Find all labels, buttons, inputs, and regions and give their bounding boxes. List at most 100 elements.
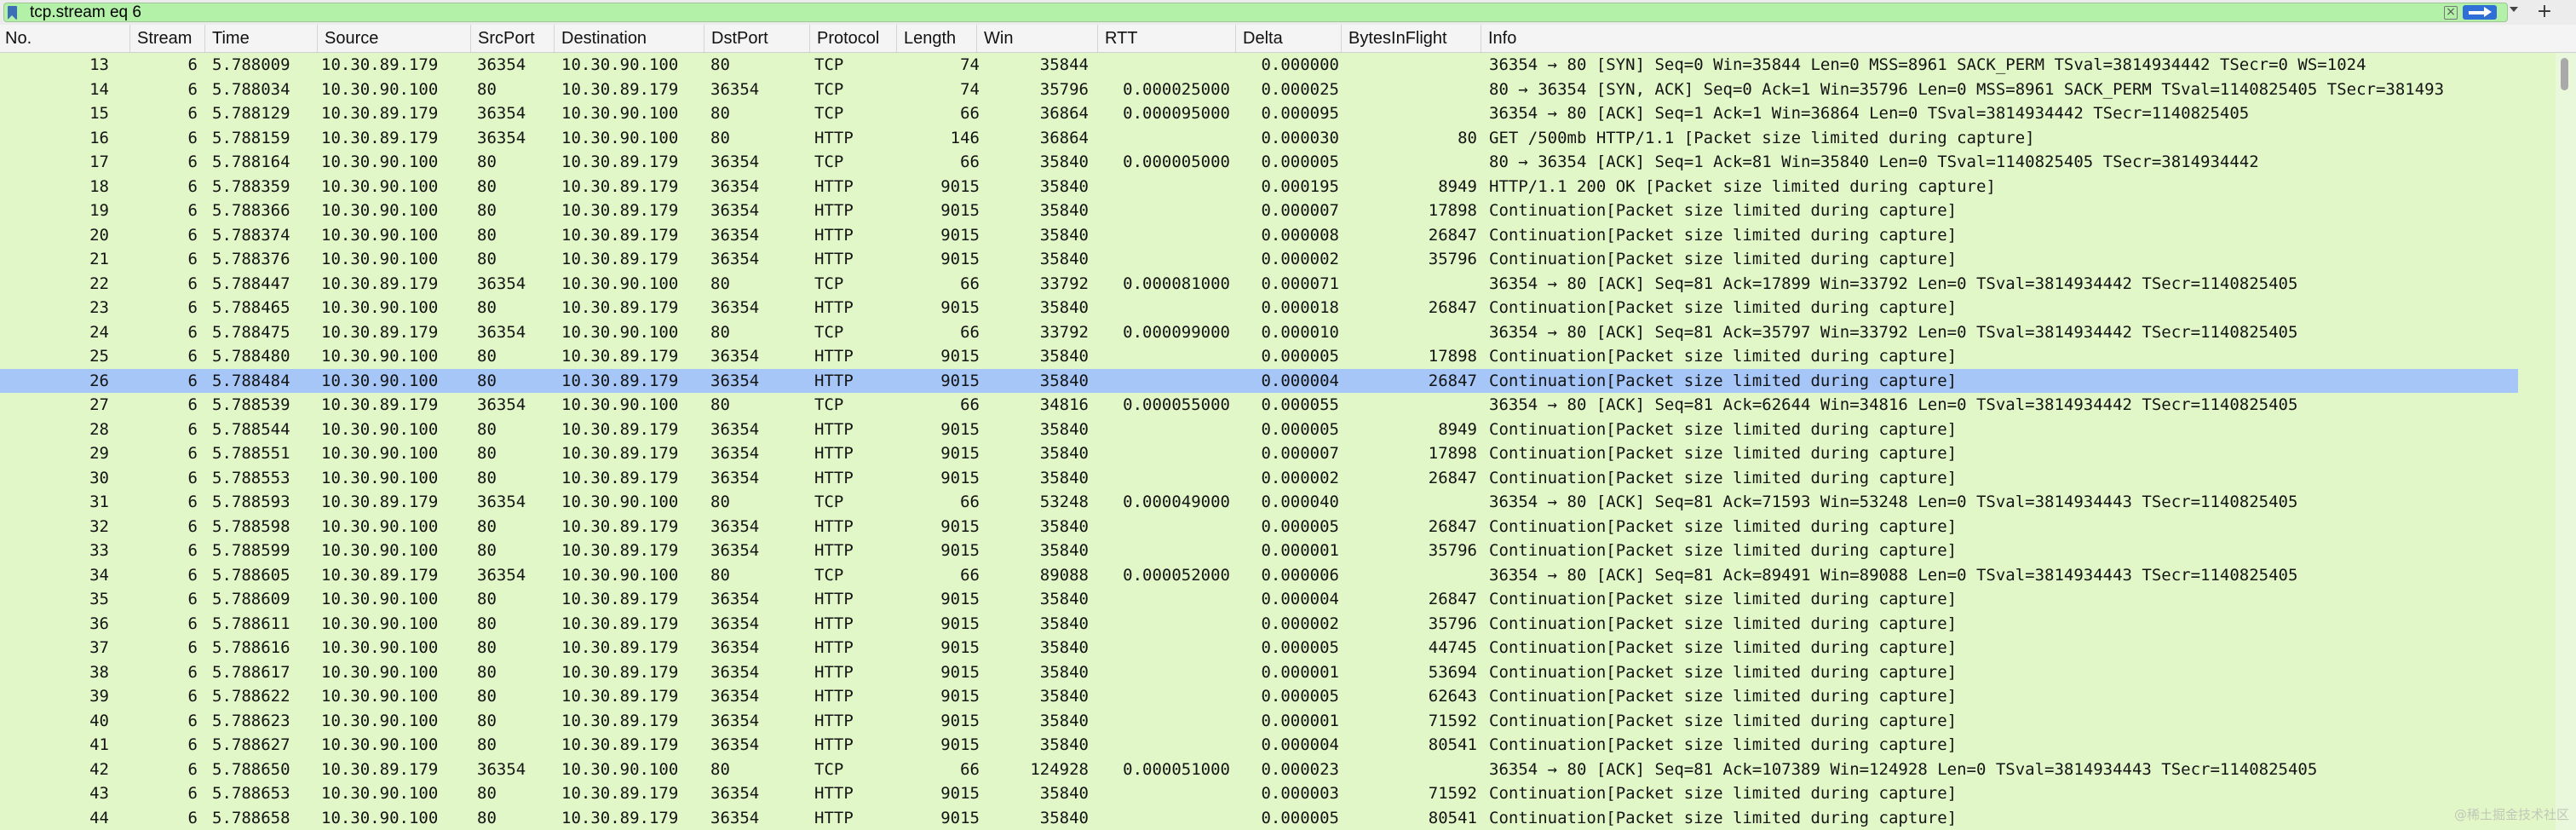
cell-destination: 10.30.89.179	[561, 468, 679, 487]
packet-row[interactable]: 38 6 5.788617 10.30.90.100 80 10.30.89.179 363…	[0, 660, 2518, 684]
packet-row[interactable]: 13 6 5.788009 10.30.89.179 36354 10.30.90.100…	[0, 53, 2518, 78]
cell-dstport: 36354	[710, 419, 760, 439]
display-filter-input[interactable]	[30, 3, 2415, 21]
cell-bytes-in-flight: 71592	[1428, 784, 1477, 803]
cell-destination: 10.30.89.179	[561, 808, 679, 827]
packet-row[interactable]: 44 6 5.788658 10.30.90.100 80 10.30.89.179 363…	[0, 805, 2518, 830]
packet-row[interactable]: 14 6 5.788034 10.30.90.100 80 10.30.89.179 363…	[0, 77, 2518, 101]
cell-rtt: 0.000051000	[1123, 759, 1230, 779]
packet-row[interactable]: 37 6 5.788616 10.30.90.100 80 10.30.89.179 363…	[0, 636, 2518, 660]
cell-info: Continuation[Packet size limited during …	[1489, 808, 1958, 827]
cell-dstport: 36354	[710, 808, 760, 827]
cell-stream: 6	[187, 687, 198, 706]
packet-row[interactable]: 40 6 5.788623 10.30.90.100 80 10.30.89.179 363…	[0, 708, 2518, 733]
packet-row[interactable]: 35 6 5.788609 10.30.90.100 80 10.30.89.179 363…	[0, 587, 2518, 612]
packet-row[interactable]: 29 6 5.788551 10.30.90.100 80 10.30.89.179 363…	[0, 441, 2518, 466]
cell-delta: 0.000005	[1261, 347, 1339, 366]
cell-stream: 6	[187, 176, 198, 196]
column-header-srcport[interactable]: SrcPort	[470, 25, 554, 52]
cell-dstport: 36354	[710, 444, 760, 463]
packet-row[interactable]: 39 6 5.788622 10.30.90.100 80 10.30.89.179 363…	[0, 684, 2518, 709]
column-header-rtt[interactable]: RTT	[1097, 25, 1235, 52]
cell-win: 89088	[1039, 565, 1089, 585]
cell-time: 5.788616	[212, 638, 290, 657]
column-header-time[interactable]: Time	[204, 25, 317, 52]
packet-row[interactable]: 16 6 5.788159 10.30.89.179 36354 10.30.90.100…	[0, 125, 2518, 150]
packet-row[interactable]: 36 6 5.788611 10.30.90.100 80 10.30.89.179 363…	[0, 611, 2518, 636]
packet-row[interactable]: 28 6 5.788544 10.30.90.100 80 10.30.89.179 363…	[0, 417, 2518, 441]
cell-time: 5.788551	[212, 444, 290, 463]
cell-info: GET /500mb HTTP/1.1 [Packet size limited…	[1489, 128, 2035, 147]
column-header-source[interactable]: Source	[317, 25, 470, 52]
cell-stream: 6	[187, 371, 198, 390]
packet-row[interactable]: 25 6 5.788480 10.30.90.100 80 10.30.89.179 363…	[0, 344, 2518, 369]
column-header-number[interactable]: No.	[0, 25, 129, 52]
packet-row[interactable]: 24 6 5.788475 10.30.89.179 36354 10.30.90.100…	[0, 320, 2518, 344]
column-header-length[interactable]: Length	[896, 25, 976, 52]
bookmark-icon[interactable]	[8, 6, 17, 20]
vertical-scrollbar[interactable]	[2556, 53, 2576, 830]
display-filter-field[interactable]: ×	[3, 3, 2508, 22]
cell-stream: 6	[187, 711, 198, 730]
watermark: @稀土掘金技术社区	[2453, 807, 2569, 822]
packet-row[interactable]: 17 6 5.788164 10.30.90.100 80 10.30.89.179 363…	[0, 150, 2518, 175]
cell-dstport: 36354	[710, 347, 760, 366]
chevron-down-icon[interactable]	[2510, 7, 2518, 12]
cell-source: 10.30.89.179	[321, 274, 439, 293]
column-header-delta[interactable]: Delta	[1235, 25, 1341, 52]
packet-row[interactable]: 23 6 5.788465 10.30.90.100 80 10.30.89.179 363…	[0, 296, 2518, 320]
column-header-win[interactable]: Win	[976, 25, 1097, 52]
packet-row[interactable]: 31 6 5.788593 10.30.89.179 36354 10.30.90.100…	[0, 490, 2518, 515]
cell-rtt	[1097, 466, 1230, 491]
cell-rtt: 0.000049000	[1123, 493, 1230, 511]
cell-protocol: HTTP	[814, 225, 854, 245]
cell-source: 10.30.90.100	[321, 153, 439, 171]
cell-rtt	[1097, 296, 1230, 320]
cell-delta: 0.000000	[1261, 55, 1339, 74]
cell-win: 35796	[1039, 79, 1089, 99]
cell-destination: 10.30.90.100	[561, 322, 679, 342]
packet-row[interactable]: 21 6 5.788376 10.30.90.100 80 10.30.89.179 363…	[0, 247, 2518, 272]
cell-stream: 6	[187, 201, 198, 220]
cell-srcport: 80	[477, 250, 497, 268]
column-header-stream[interactable]: Stream	[129, 25, 204, 52]
cell-protocol: TCP	[814, 104, 844, 123]
packet-row[interactable]: 15 6 5.788129 10.30.89.179 36354 10.30.90.100…	[0, 101, 2518, 126]
packet-row[interactable]: 27 6 5.788539 10.30.89.179 36354 10.30.90.100…	[0, 393, 2518, 418]
packet-row[interactable]: 42 6 5.788650 10.30.89.179 36354 10.30.90.100…	[0, 757, 2518, 781]
column-header-bytes-in-flight[interactable]: BytesInFlight	[1341, 25, 1481, 52]
packet-row[interactable]: 41 6 5.788627 10.30.90.100 80 10.30.89.179 363…	[0, 733, 2518, 758]
scrollbar-thumb[interactable]	[2561, 58, 2568, 90]
column-header-dstport[interactable]: DstPort	[704, 25, 809, 52]
column-header-protocol[interactable]: Protocol	[809, 25, 896, 52]
packet-row[interactable]: 43 6 5.788653 10.30.90.100 80 10.30.89.179 363…	[0, 781, 2518, 806]
packet-row[interactable]: 30 6 5.788553 10.30.90.100 80 10.30.89.179 363…	[0, 465, 2518, 491]
packet-row[interactable]: 18 6 5.788359 10.30.90.100 80 10.30.89.179 363…	[0, 174, 2518, 199]
apply-arrow-icon[interactable]	[2463, 5, 2497, 20]
packet-row[interactable]: 34 6 5.788605 10.30.89.179 36354 10.30.90.100…	[0, 562, 2518, 587]
column-header-destination[interactable]: Destination	[554, 25, 704, 52]
cell-source: 10.30.90.100	[321, 711, 439, 730]
cell-destination: 10.30.89.179	[561, 444, 679, 463]
packet-row[interactable]: 32 6 5.788598 10.30.90.100 80 10.30.89.179 363…	[0, 514, 2518, 539]
packet-row[interactable]: 26 6 5.788484 10.30.90.100 80 10.30.89.179 363…	[0, 368, 2518, 393]
packet-row[interactable]: 19 6 5.788366 10.30.90.100 80 10.30.89.179 363…	[0, 199, 2518, 223]
cell-delta: 0.000004	[1261, 735, 1339, 754]
plus-icon[interactable]: +	[2532, 2, 2557, 22]
cell-info: 36354 → 80 [ACK] Seq=1 Ack=1 Win=36864 L…	[1489, 104, 2250, 123]
cell-bytes-in-flight: 80541	[1428, 808, 1477, 827]
cell-delta: 0.000010	[1261, 322, 1339, 342]
cell-number: 44	[89, 808, 109, 827]
cell-number: 33	[89, 541, 109, 560]
column-header-info[interactable]: Info	[1481, 25, 2556, 52]
cell-destination: 10.30.89.179	[561, 250, 679, 268]
cell-number: 38	[89, 662, 109, 682]
cell-source: 10.30.89.179	[321, 395, 439, 414]
cell-info: Continuation[Packet size limited during …	[1489, 662, 1958, 682]
packet-row[interactable]: 22 6 5.788447 10.30.89.179 36354 10.30.90.100…	[0, 271, 2518, 296]
packet-row[interactable]: 20 6 5.788374 10.30.90.100 80 10.30.89.179 363…	[0, 222, 2518, 247]
clear-icon[interactable]: ×	[2444, 6, 2458, 20]
packet-row[interactable]: 33 6 5.788599 10.30.90.100 80 10.30.89.179 363…	[0, 539, 2518, 563]
cell-length: 66	[960, 104, 980, 123]
cell-dstport: 36354	[710, 687, 760, 706]
